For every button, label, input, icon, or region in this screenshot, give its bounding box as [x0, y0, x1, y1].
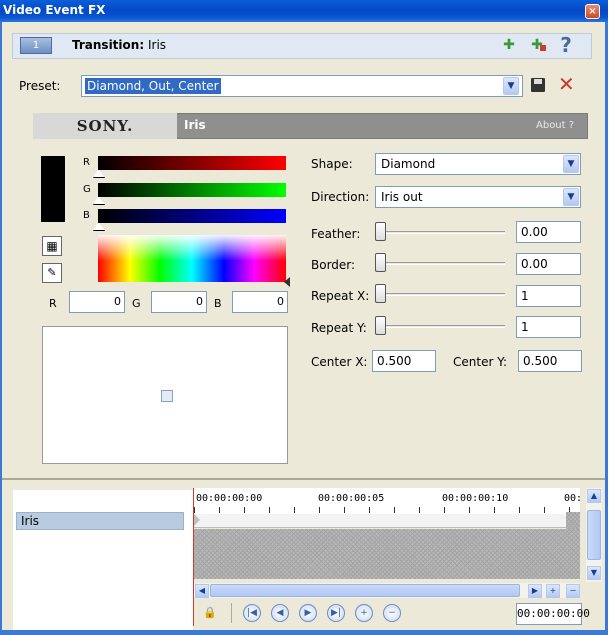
save-preset-icon[interactable]	[531, 78, 545, 92]
sync-lock-icon[interactable]: 🔒	[200, 603, 220, 623]
ruler-ticks	[194, 507, 580, 513]
blue-slider-thumb[interactable]	[93, 223, 103, 230]
center-x-label: Center X:	[311, 355, 368, 369]
chevron-down-icon[interactable]: ▼	[503, 77, 519, 95]
repeat-y-value-field[interactable]: 1	[516, 316, 581, 338]
window-bottom-frame	[0, 630, 608, 635]
preset-label: Preset:	[19, 79, 61, 93]
transition-name: Iris	[148, 38, 167, 52]
scroll-right-icon[interactable]: ▶	[528, 584, 542, 598]
shape-label: Shape:	[311, 157, 353, 171]
repeat-x-value-field[interactable]: 1	[516, 285, 581, 307]
vertical-scroll-thumb[interactable]	[587, 510, 601, 560]
border-value-field[interactable]: 0.00	[516, 253, 581, 275]
track-item[interactable]: Iris	[16, 512, 184, 530]
timecode-field[interactable]: 00:00:00:00	[516, 603, 590, 625]
red-slider-thumb[interactable]	[93, 170, 103, 177]
next-keyframe-icon[interactable]: ▶	[299, 604, 317, 622]
remove-plugin-x-icon	[540, 45, 546, 51]
direction-dropdown[interactable]: Iris out	[375, 186, 581, 208]
blue-channel-slider[interactable]	[98, 209, 286, 223]
last-keyframe-icon[interactable]: ▶|	[327, 604, 345, 622]
timeline-empty-area	[194, 529, 580, 579]
border-label: Border:	[311, 258, 356, 272]
green-channel-slider[interactable]	[98, 183, 286, 197]
feather-slider-track[interactable]	[383, 231, 505, 234]
repeat-x-slider-thumb[interactable]	[375, 284, 386, 303]
b-value-field[interactable]: 0	[232, 291, 288, 313]
transition-badge[interactable]: 1	[20, 37, 52, 54]
spectrum-marker-icon	[284, 277, 290, 287]
border-slider-track[interactable]	[383, 262, 505, 265]
repeat-y-slider-thumb[interactable]	[375, 316, 386, 335]
preset-value[interactable]: Diamond, Out, Center	[85, 78, 221, 94]
center-y-field[interactable]: 0.500	[518, 350, 582, 372]
g-value-field[interactable]: 0	[151, 291, 207, 313]
red-channel-slider[interactable]	[98, 156, 286, 170]
feather-slider-thumb[interactable]	[375, 222, 386, 241]
close-button[interactable]: ×	[585, 4, 600, 19]
color-spectrum[interactable]	[98, 235, 286, 282]
transition-label: Transition:	[72, 38, 145, 52]
keyframe-start-icon[interactable]	[194, 514, 200, 526]
repeat-y-label: Repeat Y:	[311, 321, 367, 335]
center-y-label: Center Y:	[453, 355, 507, 369]
plugin-name: Iris	[184, 118, 206, 132]
center-x-field[interactable]: 0.500	[372, 350, 436, 372]
add-keyframe-icon[interactable]: +	[355, 604, 373, 622]
r-value-field[interactable]: 0	[69, 291, 125, 313]
ruler-label: 00:00:00:10	[442, 493, 509, 504]
direction-label: Direction:	[311, 190, 370, 204]
preview-placeholder-icon	[161, 390, 173, 402]
playhead-line[interactable]	[193, 488, 194, 626]
ruler-label: 00:00:00:05	[318, 493, 385, 504]
eyedropper-icon[interactable]: ✎	[42, 263, 62, 283]
scroll-left-icon[interactable]: ◀	[195, 584, 209, 598]
scroll-down-icon[interactable]: ▼	[587, 566, 601, 580]
horizontal-scroll-thumb[interactable]	[210, 584, 520, 597]
channel-g-label: G	[83, 184, 91, 195]
window-title: Video Event FX	[3, 3, 106, 17]
palette-icon[interactable]: ▦	[42, 236, 62, 256]
zoom-out-icon[interactable]: −	[566, 584, 580, 598]
toolbar-separator	[231, 603, 232, 623]
help-icon[interactable]: ?	[557, 35, 575, 55]
feather-label: Feather:	[311, 227, 361, 241]
shape-dropdown[interactable]: Diamond	[375, 153, 581, 175]
repeat-y-slider-track[interactable]	[383, 325, 505, 328]
zoom-in-icon[interactable]: +	[546, 584, 560, 598]
ruler-label: 00:	[564, 493, 583, 504]
feather-value-field[interactable]: 0.00	[516, 221, 581, 243]
g-value-label: G	[132, 297, 141, 310]
color-swatch	[41, 156, 65, 222]
repeat-x-label: Repeat X:	[311, 289, 370, 303]
about-link[interactable]: About ?	[536, 120, 574, 131]
ruler-label: 00:00:00:00	[196, 493, 263, 504]
delete-keyframe-icon[interactable]: −	[383, 604, 401, 622]
channel-b-label: B	[83, 210, 90, 221]
plugin-chain-icon[interactable]: ✚	[500, 36, 518, 54]
chevron-down-icon[interactable]: ▼	[563, 188, 579, 206]
r-value-label: R	[49, 297, 57, 310]
timeline-hatch-end	[566, 512, 580, 530]
b-value-label: B	[214, 297, 222, 310]
track-list	[13, 490, 193, 630]
previous-keyframe-icon[interactable]: ◀	[271, 604, 289, 622]
scroll-up-icon[interactable]: ▲	[587, 489, 601, 503]
section-divider	[2, 478, 605, 480]
transition-keyframe-bar[interactable]	[194, 514, 566, 528]
channel-r-label: R	[83, 157, 90, 168]
border-slider-thumb[interactable]	[375, 253, 386, 272]
sony-logo: SONY.	[33, 113, 177, 139]
delete-preset-icon[interactable]: ✕	[558, 72, 575, 96]
chevron-down-icon[interactable]: ▼	[563, 155, 579, 173]
repeat-x-slider-track[interactable]	[383, 293, 505, 296]
green-slider-thumb[interactable]	[93, 197, 103, 204]
first-keyframe-icon[interactable]: |◀	[243, 604, 261, 622]
